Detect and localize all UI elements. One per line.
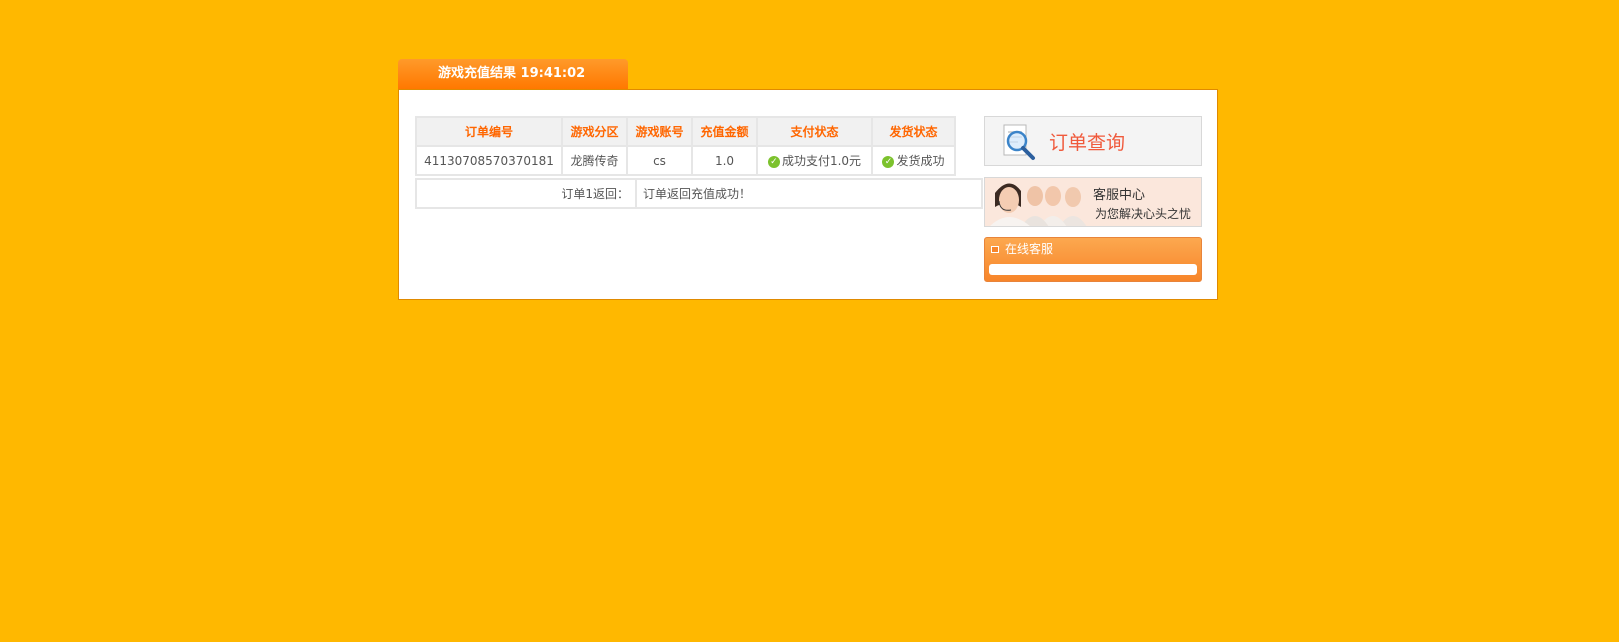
order-no-cell: 41130708570370181 bbox=[415, 145, 563, 176]
magnifier-document-icon bbox=[1003, 124, 1035, 160]
online-service-panel[interactable]: 在线客服 bbox=[984, 237, 1202, 282]
collapse-icon bbox=[991, 246, 999, 253]
result-table: 订单1返回： 订单返回充值成功！ bbox=[415, 178, 983, 209]
column-header-order-no: 订单编号 bbox=[415, 116, 563, 147]
zone-cell: 龙腾传奇 bbox=[561, 145, 628, 176]
online-service-label: 在线客服 bbox=[1005, 242, 1054, 256]
column-header-account: 游戏账号 bbox=[626, 116, 693, 147]
online-service-content bbox=[989, 264, 1197, 275]
customer-service-banner[interactable]: 客服中心 为您解决心头之忧 bbox=[984, 177, 1202, 227]
customer-service-agents-image bbox=[990, 183, 1087, 226]
table-row: 41130708570370181 龙腾传奇 cs 1.0 ✓ 成功支付1.0元 … bbox=[415, 145, 956, 176]
service-center-subtitle: 为您解决心头之忧 bbox=[1095, 207, 1192, 221]
account-cell: cs bbox=[626, 145, 693, 176]
order-query-label: 订单查询 bbox=[1049, 132, 1126, 154]
page-title: 游戏充值结果 19:41:02 bbox=[398, 59, 628, 89]
result-row: 订单1返回： 订单返回充值成功！ bbox=[415, 178, 983, 209]
result-panel: 订单编号 游戏分区 游戏账号 充值金额 支付状态 发货状态 4113070857… bbox=[398, 89, 1218, 300]
column-header-ship-status: 发货状态 bbox=[871, 116, 956, 147]
check-circle-icon: ✓ bbox=[767, 156, 780, 168]
pay-status-text: 成功支付1.0元 bbox=[781, 154, 862, 168]
ship-status-text: 发货成功 bbox=[896, 154, 945, 168]
ship-status-cell: ✓ 发货成功 bbox=[871, 145, 956, 176]
column-header-zone: 游戏分区 bbox=[561, 116, 628, 147]
result-value: 订单返回充值成功！ bbox=[635, 178, 983, 209]
amount-cell: 1.0 bbox=[691, 145, 758, 176]
order-table: 订单编号 游戏分区 游戏账号 充值金额 支付状态 发货状态 4113070857… bbox=[415, 116, 956, 176]
check-circle-icon: ✓ bbox=[882, 156, 895, 168]
column-header-pay-status: 支付状态 bbox=[756, 116, 873, 147]
order-table-header: 订单编号 游戏分区 游戏账号 充值金额 支付状态 发货状态 bbox=[415, 116, 956, 147]
result-label: 订单1返回： bbox=[415, 178, 637, 209]
online-service-header: 在线客服 bbox=[991, 242, 1053, 256]
order-query-button[interactable]: 订单查询 bbox=[984, 116, 1202, 166]
column-header-amount: 充值金额 bbox=[691, 116, 758, 147]
service-center-title: 客服中心 bbox=[1093, 188, 1146, 203]
pay-status-cell: ✓ 成功支付1.0元 bbox=[756, 145, 873, 176]
